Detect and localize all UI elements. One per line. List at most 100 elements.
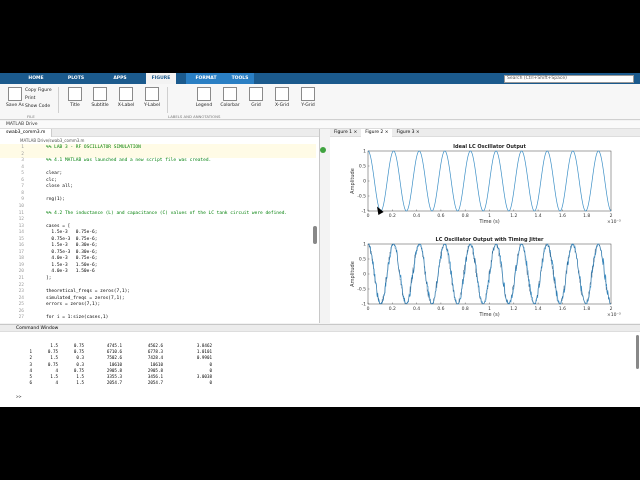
ribbon-button-label: Y-Grid	[301, 103, 315, 108]
code-lines[interactable]: 1%% LAB 3 - RF OSCILLATOR SIMULATION 2 3%%…	[0, 144, 316, 324]
table-cell: 2054.7	[147, 380, 163, 386]
search-input[interactable]: Search (Ctrl+Shift+Space)	[504, 75, 634, 83]
x-tick-label: 1.4	[535, 306, 542, 312]
y-axis-label: Amplitude	[350, 261, 356, 287]
editor-tabs: swab3_comm3.m	[0, 129, 319, 137]
table-cell: 4745.1	[106, 343, 122, 348]
y-tick-label: -0.5	[357, 194, 366, 200]
figure-tab[interactable]: Figure 3 ×	[392, 129, 423, 137]
ribbon-button-label: Subtitle	[91, 103, 109, 108]
editor-tab[interactable]: swab3_comm3.m	[0, 129, 53, 137]
y-tick-label: 0.5	[359, 257, 366, 263]
grid-icon	[249, 87, 263, 101]
tab-format[interactable]: FORMAT	[186, 73, 226, 84]
table-cell: 6778.3	[147, 349, 163, 355]
tab-tools[interactable]: TOOLS	[226, 73, 254, 84]
table-cell: 7428.4	[147, 355, 163, 361]
table-cell: 0	[209, 361, 212, 367]
command-window[interactable]: Command Window 1.5 0.75 4745.1 4562.6 3.8462…	[0, 324, 640, 407]
table-cell: 6710.6	[106, 349, 122, 355]
ribbon-button-label: Grid	[251, 103, 261, 108]
table-cell: 3456.1	[147, 374, 163, 379]
command-window-title: Command Window	[0, 325, 640, 332]
x-tick-label: 0	[367, 213, 370, 219]
code-line[interactable]: 27 for i = 1:size(cases,1)	[0, 314, 316, 321]
y-tick-label: 1	[363, 149, 366, 155]
grid-button[interactable]: Grid	[244, 87, 268, 108]
matlab-window: HOME PLOTS APPS FIGURE FORMAT TOOLS Search (C…	[0, 73, 640, 407]
table-row: 4 4 0.75 2905.8 2905.8 0	[0, 368, 640, 374]
ribbon-button-label: X-Label	[117, 103, 135, 108]
title-icon	[68, 87, 82, 101]
table-cell: 0	[209, 367, 212, 373]
figure-plots[interactable]: Ideal LC Oscillator Output 0 0.2 0.4 0.6 0.8 1…	[330, 138, 640, 323]
table-cell: 0.75	[73, 367, 84, 373]
x-exponent-label: ×10⁻³	[607, 219, 621, 225]
y-tick-label: 0	[363, 272, 366, 278]
colorbar-icon	[223, 87, 237, 101]
figure-tabs: Figure 1 × Figure 2 × Figure 3 ×	[330, 129, 640, 137]
divider	[58, 87, 59, 113]
breadcrumb[interactable]: MATLAB Drive	[0, 121, 640, 129]
x-grid-icon	[275, 87, 289, 101]
figure-tab[interactable]: Figure 2 ×	[361, 129, 393, 137]
ribbon-button-label: Title	[70, 103, 80, 108]
save-as-button[interactable]: Save As	[3, 87, 27, 108]
file-group-label: FILE	[27, 114, 35, 119]
command-prompt[interactable]: >>	[16, 395, 21, 400]
ribbon-button-label: Y-Label	[144, 103, 160, 108]
x-tick-label: 1.8	[583, 213, 590, 219]
print-button[interactable]: Print	[25, 96, 35, 101]
x-tick-label: 0.8	[462, 213, 469, 219]
tab-apps[interactable]: APPS	[104, 73, 136, 84]
x-grid-button[interactable]: X-Grid	[270, 87, 294, 108]
save-icon	[8, 87, 22, 101]
x-label-button[interactable]: X-Label	[114, 87, 138, 108]
title-button[interactable]: Title	[63, 87, 87, 108]
editor-scrollbar[interactable]	[313, 226, 317, 244]
x-tick-label: 1.8	[583, 306, 590, 312]
tab-plots[interactable]: PLOTS	[60, 73, 92, 84]
table-cell: 1.5	[76, 374, 84, 379]
table-cell: 0.3	[76, 361, 84, 367]
table-row: 1.5 0.75 4745.1 4562.6 3.8462	[0, 343, 640, 349]
x-tick-label: 1.4	[535, 213, 542, 219]
subtitle-button[interactable]: Subtitle	[88, 87, 112, 108]
tab-figure[interactable]: FIGURE	[146, 73, 176, 84]
save-as-label: Save As	[6, 103, 24, 108]
y-tick-label: 0.5	[359, 164, 366, 170]
x-tick-label: 0.4	[413, 306, 420, 312]
line-number: 27	[18, 315, 24, 321]
table-cell: 0.3	[76, 355, 84, 361]
labels-group-label: LABELS AND ANNOTATIONS	[168, 114, 221, 119]
x-tick-label: 1.2	[510, 213, 517, 219]
table-row: 1 0.75 0.75 6710.6 6778.3 1.0101	[0, 349, 640, 355]
code-editor[interactable]: swab3_comm3.m MATLAB Drive/swab3_comm3.m…	[0, 129, 320, 323]
copy-figure-button[interactable]: Copy Figure	[25, 88, 52, 93]
legend-button[interactable]: Legend	[192, 87, 216, 108]
ribbon-button-label: Legend	[195, 103, 213, 108]
x-tick-label: 0.6	[437, 306, 444, 312]
figure-tab[interactable]: Figure 1 ×	[330, 129, 361, 137]
x-exponent-label: ×10⁻³	[607, 312, 621, 318]
y-label-button[interactable]: Y-Label	[140, 87, 164, 108]
table-cell: 4562.6	[147, 343, 163, 348]
table-cell: 2905.8	[147, 367, 163, 373]
code-text: for i = 1:size(cases,1)	[46, 315, 109, 321]
show-code-button[interactable]: Show Code	[25, 104, 50, 109]
command-scrollbar[interactable]	[636, 335, 639, 369]
table-cell: 0.75	[73, 349, 84, 355]
table-cell: 10610	[109, 361, 122, 367]
x-axis-label: Time (s)	[478, 312, 499, 318]
colorbar-button[interactable]: Colorbar	[218, 87, 242, 108]
y-grid-button[interactable]: Y-Grid	[296, 87, 320, 108]
tab-home[interactable]: HOME	[20, 73, 52, 84]
table-cell: 2054.7	[106, 380, 122, 386]
plot-title: Ideal LC Oscillator Output	[453, 144, 526, 150]
x-tick-label: 0.4	[413, 213, 420, 219]
divider	[167, 87, 168, 113]
y-axis-label: Amplitude	[350, 168, 356, 194]
subtitle-icon	[93, 87, 107, 101]
y-label-icon	[145, 87, 159, 101]
table-row: 3 0.75 0.3 10610 10610 0	[0, 362, 640, 368]
